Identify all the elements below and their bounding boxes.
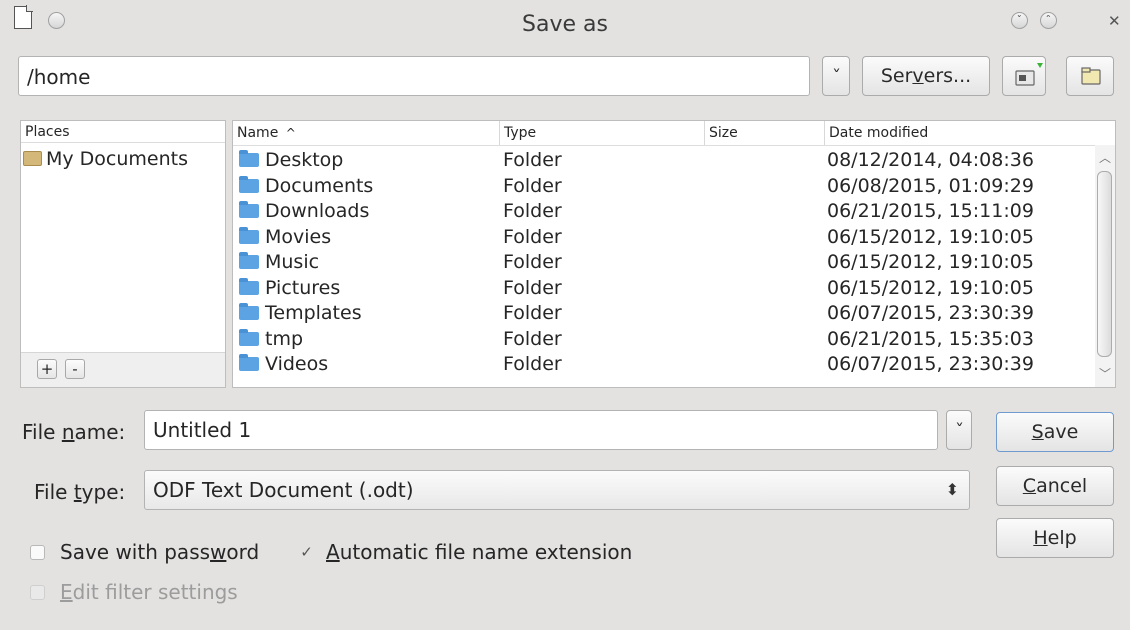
folder-view-button[interactable]: [1002, 56, 1046, 96]
path-input[interactable]: /home: [18, 56, 810, 96]
minimize-button[interactable]: ˅: [1011, 12, 1028, 29]
column-header-type[interactable]: Type: [499, 121, 704, 145]
edit-filter-settings-label: Edit filter settings: [60, 580, 238, 604]
table-row[interactable]: Downloads Folder 06/21/2015, 15:11:09: [233, 199, 1095, 225]
places-item-label: My Documents: [46, 148, 189, 170]
table-row[interactable]: Templates Folder 06/07/2015, 23:30:39: [233, 301, 1095, 327]
folder-icon: [1015, 63, 1043, 86]
places-pane: Places My Documents + -: [20, 120, 226, 388]
updown-arrows-icon: ⬍: [945, 480, 959, 499]
table-row[interactable]: tmp Folder 06/21/2015, 15:35:03: [233, 327, 1095, 353]
file-name-input[interactable]: Untitled 1: [144, 410, 938, 450]
chevron-down-icon: ˅: [831, 68, 841, 84]
scroll-down-icon[interactable]: ﹀: [1095, 365, 1115, 382]
file-rows: Desktop Folder 08/12/2014, 04:08:36 Docu…: [233, 148, 1095, 378]
folder-icon: [239, 175, 259, 193]
file-list-scrollbar[interactable]: ︿ ﹀: [1095, 145, 1115, 387]
edit-filter-settings-checkbox: [30, 585, 45, 600]
title-bar: Save as ˅ ˄ ✕: [0, 0, 1130, 48]
servers-button[interactable]: Servers...: [862, 56, 990, 96]
home-folder-icon: [23, 151, 42, 166]
scroll-up-icon[interactable]: ︿: [1095, 149, 1115, 166]
save-as-dialog: Save as ˅ ˄ ✕ /home ˅ Servers... Places …: [0, 0, 1130, 630]
maximize-button[interactable]: ˄: [1040, 12, 1057, 29]
file-name-label: File name:: [22, 420, 126, 444]
folder-icon: [239, 328, 259, 346]
servers-mnemonic: v: [912, 65, 924, 87]
save-button[interactable]: Save: [996, 412, 1114, 452]
folder-icon: [239, 150, 259, 167]
folder-icon: [239, 354, 259, 371]
table-row[interactable]: Music Folder 06/15/2012, 19:10:05: [233, 250, 1095, 276]
close-icon[interactable]: ✕: [1108, 12, 1121, 30]
folder-icon: [239, 252, 259, 269]
folder-icon: [239, 303, 259, 320]
places-footer: + -: [21, 352, 225, 387]
folder-icon: [239, 201, 259, 218]
sort-ascending-icon: ^: [285, 126, 296, 140]
table-row[interactable]: Videos Folder 06/07/2015, 23:30:39: [233, 352, 1095, 378]
table-row[interactable]: Pictures Folder 06/15/2012, 19:10:05: [233, 276, 1095, 302]
remove-place-button[interactable]: -: [65, 359, 85, 379]
add-place-button[interactable]: +: [37, 359, 57, 379]
table-row[interactable]: Movies Folder 06/15/2012, 19:10:05: [233, 225, 1095, 251]
column-header-size[interactable]: Size: [704, 121, 824, 145]
automatic-extension-checkbox[interactable]: ✓: [299, 545, 314, 560]
file-type-select[interactable]: ODF Text Document (.odt) ⬍: [144, 470, 970, 510]
column-header-name[interactable]: Name ^: [233, 121, 499, 145]
automatic-extension-label[interactable]: Automatic file name extension: [326, 540, 632, 564]
file-list: Name ^ Type Size Date modified Desktop F…: [232, 120, 1116, 388]
new-folder-button[interactable]: [1066, 56, 1114, 96]
places-header: Places: [21, 121, 225, 143]
places-item-my-documents[interactable]: My Documents: [23, 147, 188, 171]
new-folder-icon: [1081, 67, 1101, 85]
file-name-history-button[interactable]: ˅: [946, 410, 972, 450]
scrollbar-thumb[interactable]: [1097, 171, 1112, 357]
cancel-button[interactable]: Cancel: [996, 466, 1114, 506]
save-with-password-label[interactable]: Save with password: [60, 540, 259, 564]
file-type-label: File type:: [34, 480, 126, 504]
table-row[interactable]: Desktop Folder 08/12/2014, 04:08:36: [233, 148, 1095, 174]
help-button[interactable]: Help: [996, 518, 1114, 558]
table-row[interactable]: Documents Folder 06/08/2015, 01:09:29: [233, 174, 1095, 200]
column-header-date[interactable]: Date modified: [824, 121, 1095, 145]
path-history-button[interactable]: ˅: [822, 56, 850, 96]
file-list-header: Name ^ Type Size Date modified: [233, 121, 1115, 146]
window-title: Save as: [522, 12, 608, 37]
chevron-down-icon: ˅: [954, 422, 964, 438]
checkmark-icon: ✓: [300, 543, 313, 561]
folder-icon: [239, 226, 259, 244]
save-with-password-checkbox[interactable]: [30, 545, 45, 560]
folder-icon: [239, 277, 259, 295]
